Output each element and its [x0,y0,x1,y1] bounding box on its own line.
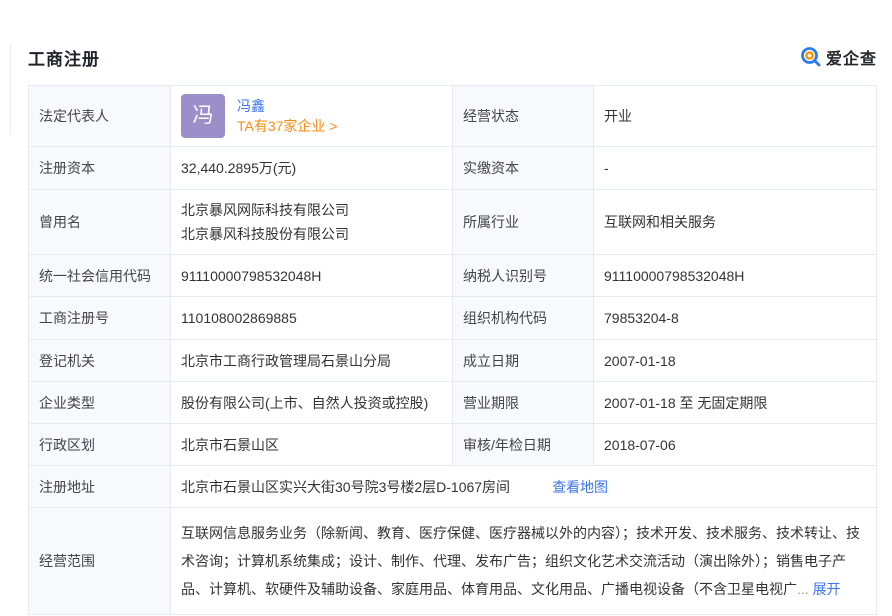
annual-check-date-label: 审核/年检日期 [453,424,594,465]
credit-code-label: 统一社会信用代码 [29,255,171,296]
credit-code-value: 91110000798532048H [171,255,453,296]
aiqicha-logo[interactable]: 爱企查 [800,45,877,69]
industry-value: 互联网和相关服务 [594,190,876,254]
table-row: 注册地址 北京市石景山区实兴大街30号院3号楼2层D-1067房间 查看地图 [29,465,876,507]
former-names-label: 曾用名 [29,190,171,254]
related-companies-link[interactable]: TA有37家企业 > [237,119,338,134]
business-reg-number-value: 110108002869885 [171,297,453,339]
legal-representative-label: 法定代表人 [29,86,171,146]
page-title: 工商注册 [28,45,100,70]
section-header: 工商注册 爱企查 [28,44,877,70]
industry-label: 所属行业 [453,190,594,254]
former-name-line: 北京暴风网际科技有限公司 [181,198,442,222]
table-row: 行政区划 北京市石景山区 审核/年检日期 2018-07-06 [29,423,876,465]
former-name-line: 北京暴风科技股份有限公司 [181,222,442,246]
org-code-label: 组织机构代码 [453,297,594,339]
taxpayer-id-value: 91110000798532048H [594,255,876,296]
table-row: 工商注册号 110108002869885 组织机构代码 79853204-8 [29,296,876,339]
table-row: 统一社会信用代码 91110000798532048H 纳税人识别号 91110… [29,254,876,296]
business-registration-page: 工商注册 爱企查 法定代表人 冯 冯鑫 TA有37家企业 > 经营状态 开业 [0,44,892,616]
registered-capital-value: 32,440.2895万(元) [171,147,453,189]
view-map-link[interactable]: 查看地图 [552,476,608,498]
org-code-value: 79853204-8 [594,297,876,339]
registered-address-cell: 北京市石景山区实兴大街30号院3号楼2层D-1067房间 查看地图 [171,466,876,507]
paid-in-capital-value: - [594,147,876,189]
registered-capital-label: 注册资本 [29,147,171,189]
administrative-division-value: 北京市石景山区 [171,424,453,465]
establishment-date-label: 成立日期 [453,340,594,381]
table-row: 登记机关 北京市工商行政管理局石景山分局 成立日期 2007-01-18 [29,339,876,381]
registered-address-value: 北京市石景山区实兴大街30号院3号楼2层D-1067房间 [181,476,510,498]
legal-representative-name-link[interactable]: 冯鑫 [237,99,338,114]
business-reg-number-label: 工商注册号 [29,297,171,339]
annual-check-date-value: 2018-07-06 [594,424,876,465]
legal-representative-avatar[interactable]: 冯 [181,94,225,138]
table-row: 经营范围 互联网信息服务业务（除新闻、教育、医疗保健、医疗器械以外的内容）；技术… [29,507,876,614]
enterprise-type-value: 股份有限公司(上市、自然人投资或控股) [171,382,453,423]
business-term-value: 2007-01-18 至 无固定期限 [594,382,876,423]
business-scope-label: 经营范围 [29,508,171,614]
page-edge-divider [10,44,11,134]
operating-status-value: 开业 [594,86,876,146]
enterprise-type-label: 企业类型 [29,382,171,423]
operating-status-label: 经营状态 [453,86,594,146]
table-row: 注册资本 32,440.2895万(元) 实缴资本 - [29,146,876,189]
registered-address-label: 注册地址 [29,466,171,507]
business-term-label: 营业期限 [453,382,594,423]
business-scope-value: 互联网信息服务业务（除新闻、教育、医疗保健、医疗器械以外的内容）；技术开发、技术… [181,525,860,597]
expand-link[interactable]: 展开 [813,581,841,597]
taxpayer-id-label: 纳税人识别号 [453,255,594,296]
table-row: 法定代表人 冯 冯鑫 TA有37家企业 > 经营状态 开业 [29,86,876,146]
paid-in-capital-label: 实缴资本 [453,147,594,189]
aiqicha-logo-icon [800,46,822,68]
legal-representative-cell: 冯 冯鑫 TA有37家企业 > [171,86,453,146]
registration-info-table: 法定代表人 冯 冯鑫 TA有37家企业 > 经营状态 开业 注册资本 32,44… [28,85,877,615]
registration-authority-value: 北京市工商行政管理局石景山分局 [171,340,453,381]
table-row: 曾用名 北京暴风网际科技有限公司 北京暴风科技股份有限公司 所属行业 互联网和相… [29,189,876,254]
table-row: 企业类型 股份有限公司(上市、自然人投资或控股) 营业期限 2007-01-18… [29,381,876,423]
truncation-ellipsis: ... [797,581,809,597]
establishment-date-value: 2007-01-18 [594,340,876,381]
registration-authority-label: 登记机关 [29,340,171,381]
administrative-division-label: 行政区划 [29,424,171,465]
business-scope-cell: 互联网信息服务业务（除新闻、教育、医疗保健、医疗器械以外的内容）；技术开发、技术… [171,508,876,614]
brand-name: 爱企查 [826,45,877,69]
former-names-cell: 北京暴风网际科技有限公司 北京暴风科技股份有限公司 [171,190,453,254]
legal-representative-info: 冯鑫 TA有37家企业 > [237,99,338,134]
